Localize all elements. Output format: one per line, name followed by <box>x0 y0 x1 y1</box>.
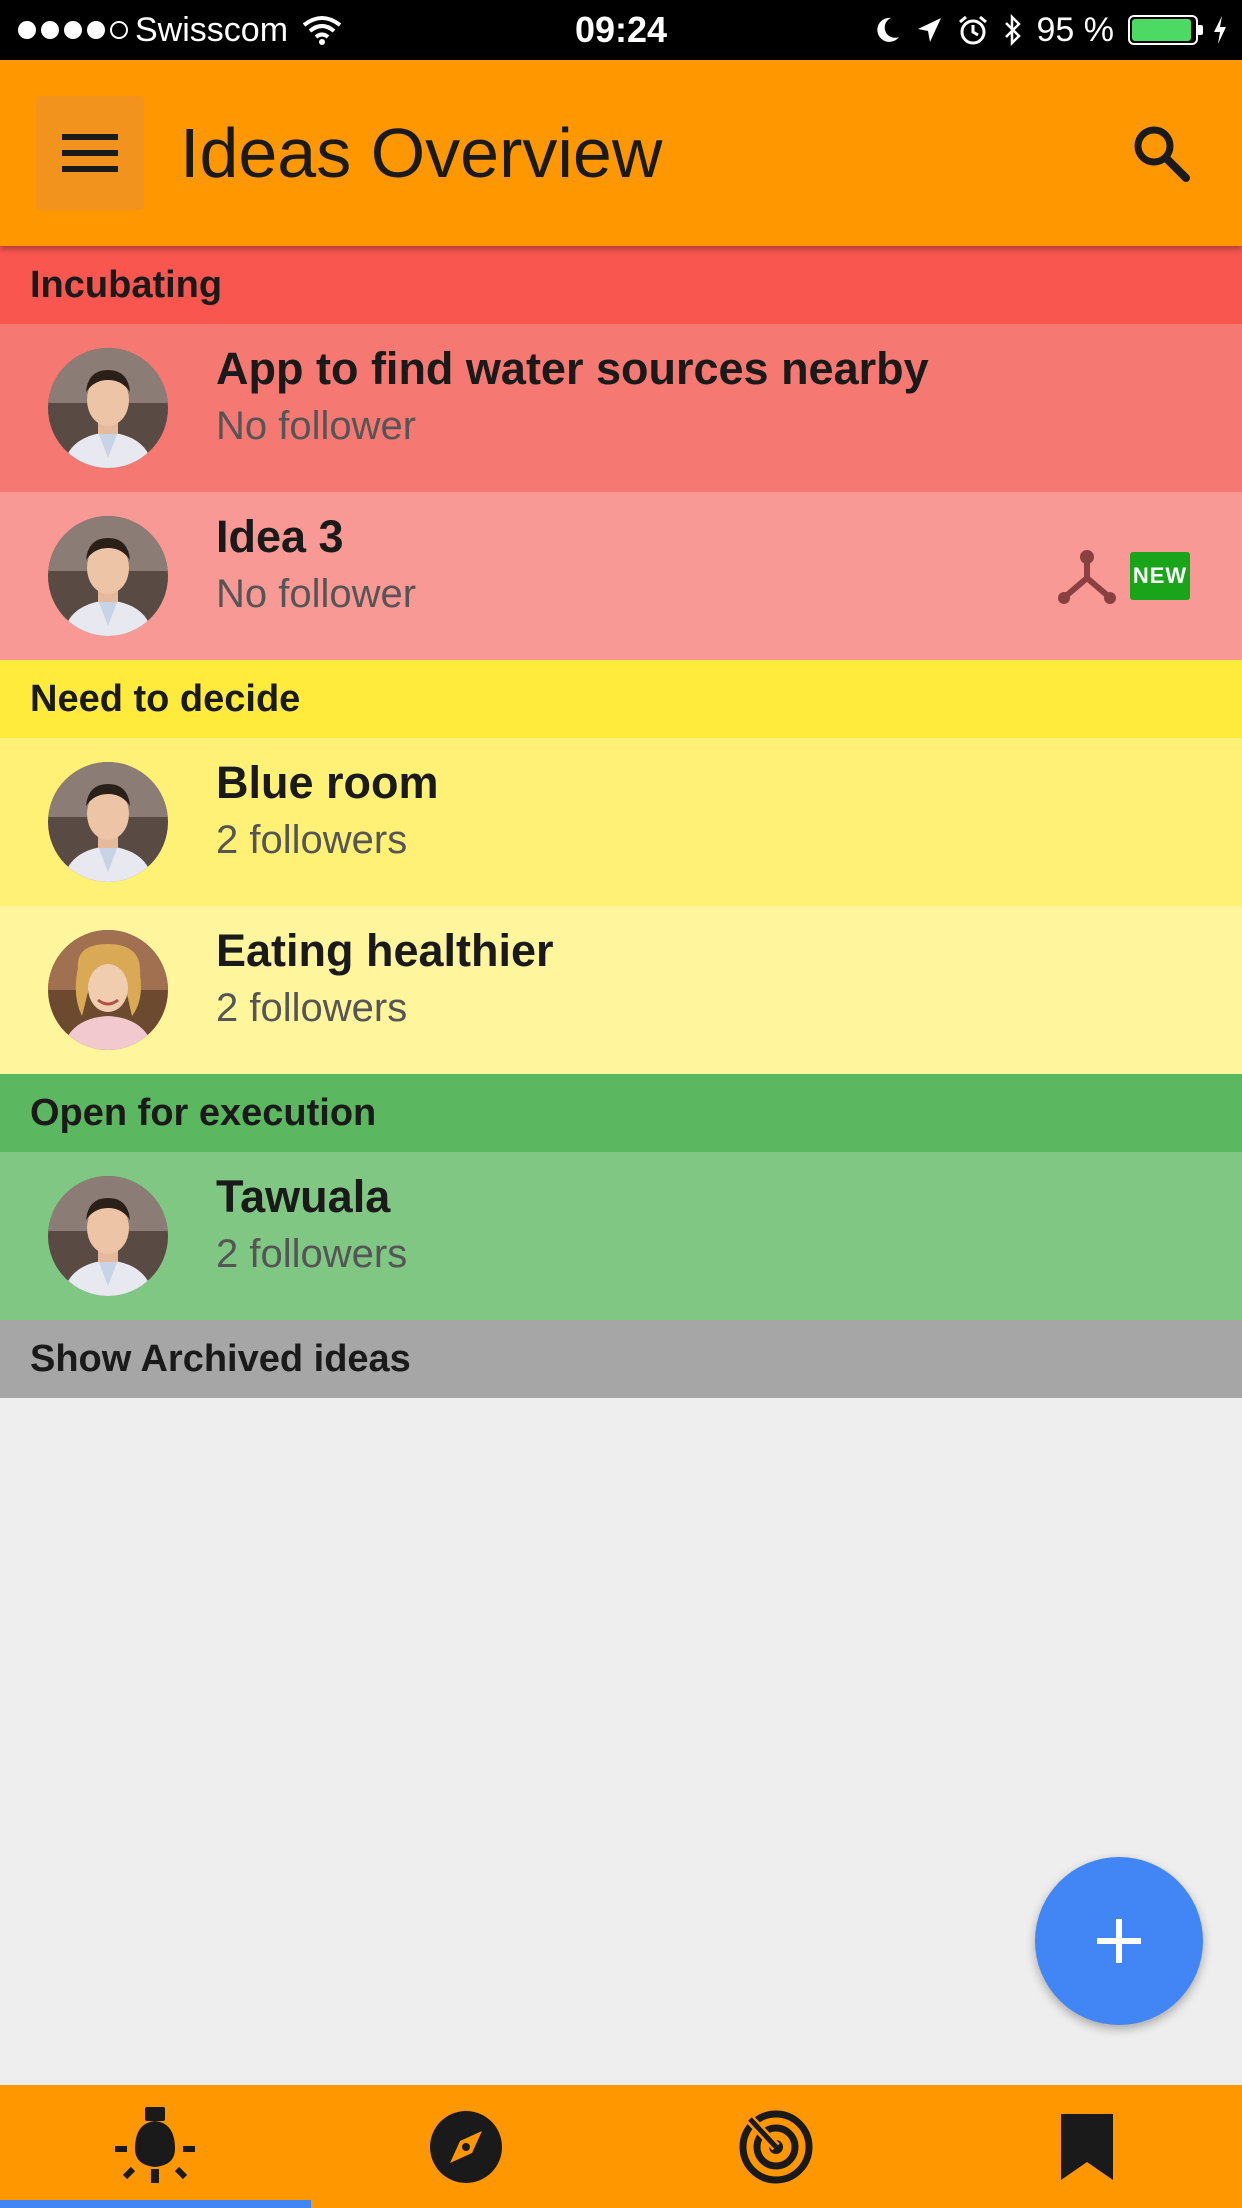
idea-followers: 2 followers <box>216 986 408 1030</box>
idea-title: Idea 3 <box>216 511 344 562</box>
moon-icon <box>876 17 899 42</box>
status-right: 95 % <box>873 0 1229 60</box>
charging-icon <box>1214 16 1226 44</box>
idea-row[interactable]: Idea 3 No follower NEW <box>0 492 1242 660</box>
idea-row[interactable]: Blue room 2 followers <box>0 738 1242 906</box>
bookmark-icon <box>1060 2113 1113 2180</box>
nav-bookmarks[interactable] <box>932 2085 1242 2208</box>
idea-title: Eating healthier <box>216 925 554 976</box>
nav-explore[interactable] <box>311 2085 622 2208</box>
fork-icon <box>1058 550 1116 604</box>
section-header-need-to-decide: Need to decide <box>0 660 1242 738</box>
section-title: Need to decide <box>30 677 301 720</box>
lightbulb-icon <box>115 2106 196 2183</box>
idea-title: Blue room <box>216 757 439 808</box>
section-header-incubating: Incubating <box>0 246 1242 324</box>
ideas-list: Incubating App to find water sources nea… <box>0 246 1242 1398</box>
compass-icon <box>429 2110 502 2183</box>
location-icon <box>917 18 941 42</box>
alarm-icon <box>958 15 987 45</box>
idea-followers: No follower <box>216 404 417 448</box>
avatar <box>48 762 168 882</box>
page-title: Ideas Overview <box>180 114 663 192</box>
search-icon[interactable] <box>1130 122 1192 184</box>
idea-followers: No follower <box>216 572 417 616</box>
idea-followers: 2 followers <box>216 818 408 862</box>
battery-icon <box>1128 15 1203 45</box>
hamburger-icon <box>62 134 118 172</box>
new-badge: NEW <box>1130 552 1190 600</box>
bluetooth-icon <box>1004 14 1021 46</box>
archived-label: Show Archived ideas <box>30 1337 411 1380</box>
plus-icon <box>1097 1919 1141 1963</box>
section-title: Incubating <box>30 263 223 306</box>
section-header-open-for-execution: Open for execution <box>0 1074 1242 1152</box>
section-title: Open for execution <box>30 1091 377 1134</box>
bottom-nav <box>0 2085 1242 2208</box>
radar-icon <box>739 2110 813 2183</box>
nav-ideas[interactable] <box>0 2085 311 2208</box>
idea-row[interactable]: App to find water sources nearby No foll… <box>0 324 1242 492</box>
idea-row[interactable]: Tawuala 2 followers <box>0 1152 1242 1320</box>
nav-radar[interactable] <box>621 2085 932 2208</box>
avatar <box>48 1176 168 1296</box>
battery-fill <box>1132 19 1191 41</box>
show-archived-button[interactable]: Show Archived ideas <box>0 1320 1242 1398</box>
battery-percent: 95 % <box>1036 10 1115 49</box>
idea-indicators: NEW <box>1058 548 1190 604</box>
avatar <box>48 348 168 468</box>
avatar <box>48 930 168 1050</box>
menu-button[interactable] <box>36 96 144 210</box>
idea-followers: 2 followers <box>216 1232 408 1276</box>
status-bar: Swisscom 09:24 95 % <box>0 0 1242 60</box>
idea-title: App to find water sources nearby <box>216 343 929 394</box>
app-bar: Ideas Overview <box>0 60 1242 246</box>
idea-row[interactable]: Eating healthier 2 followers <box>0 906 1242 1074</box>
idea-title: Tawuala <box>216 1171 391 1222</box>
add-idea-button[interactable] <box>1035 1857 1203 2025</box>
avatar <box>48 516 168 636</box>
